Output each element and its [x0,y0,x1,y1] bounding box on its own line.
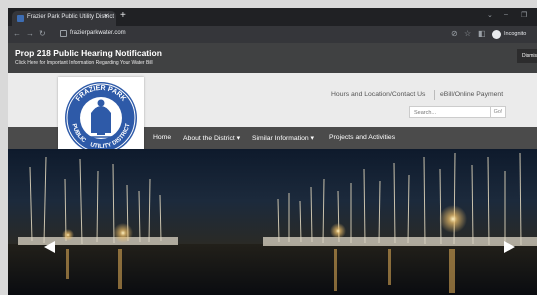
tab-strip: Frazier Park Public Utility District × +… [8,8,537,26]
web-page: Prop 218 Public Hearing Notification Cli… [8,43,537,295]
browser-window: Frazier Park Public Utility District × +… [8,8,537,295]
search-input[interactable] [409,106,491,118]
hours-contact-link[interactable]: Hours and Location/Contact Us [331,91,425,98]
bookmark-star-icon[interactable]: ☆ [464,29,471,39]
incognito-eye-icon[interactable]: ⊘ [451,29,458,39]
district-logo[interactable]: FRAZIER PARK PUBLIC UTILITY DISTRICT [58,77,144,160]
favicon-icon [17,15,24,22]
address-bar[interactable]: frazierparkwater.com [70,30,126,36]
nav-home[interactable]: Home [153,134,171,141]
nav-about-district[interactable]: About the District ▾ [183,134,240,142]
notice-subtitle[interactable]: Click Here for Important Information Reg… [15,60,153,66]
back-icon[interactable]: ← [13,29,21,39]
seal-icon: FRAZIER PARK PUBLIC UTILITY DISTRICT [65,82,137,154]
previous-slide-icon[interactable] [44,241,55,253]
search-go-button[interactable]: Go! [490,106,506,118]
hero-slideshow[interactable] [8,149,537,295]
dismiss-button[interactable]: Dismiss [517,49,537,63]
side-panel-icon[interactable]: ◧ [478,29,486,39]
ebill-link[interactable]: eBill/Online Payment [440,91,503,98]
marina-night-photo [8,149,537,295]
incognito-label[interactable]: Incognito [504,31,526,37]
close-tab-icon[interactable]: × [104,13,108,20]
new-tab-icon[interactable]: + [120,11,126,21]
browser-tab[interactable]: Frazier Park Public Utility District × [12,11,116,26]
lock-icon[interactable] [60,30,67,37]
maximize-icon[interactable]: ❐ [521,11,527,19]
minimize-icon[interactable]: – [504,11,508,18]
reload-icon[interactable]: ↻ [39,29,46,39]
notice-title[interactable]: Prop 218 Public Hearing Notification [15,48,162,58]
incognito-avatar-icon[interactable] [492,30,501,39]
tab-search-icon[interactable]: ⌄ [487,11,493,19]
notice-banner[interactable]: Prop 218 Public Hearing Notification Cli… [8,43,537,73]
next-slide-icon[interactable] [504,241,515,253]
nav-projects-activities[interactable]: Projects and Activities [329,134,395,141]
link-divider [434,90,435,100]
nav-general-information[interactable]: Similar Information ▾ [252,134,314,142]
browser-toolbar: ← → ↻ frazierparkwater.com ⊘ ☆ ◧ Incogni… [8,26,537,43]
forward-icon[interactable]: → [26,29,34,39]
tab-title: Frazier Park Public Utility District [27,14,115,20]
